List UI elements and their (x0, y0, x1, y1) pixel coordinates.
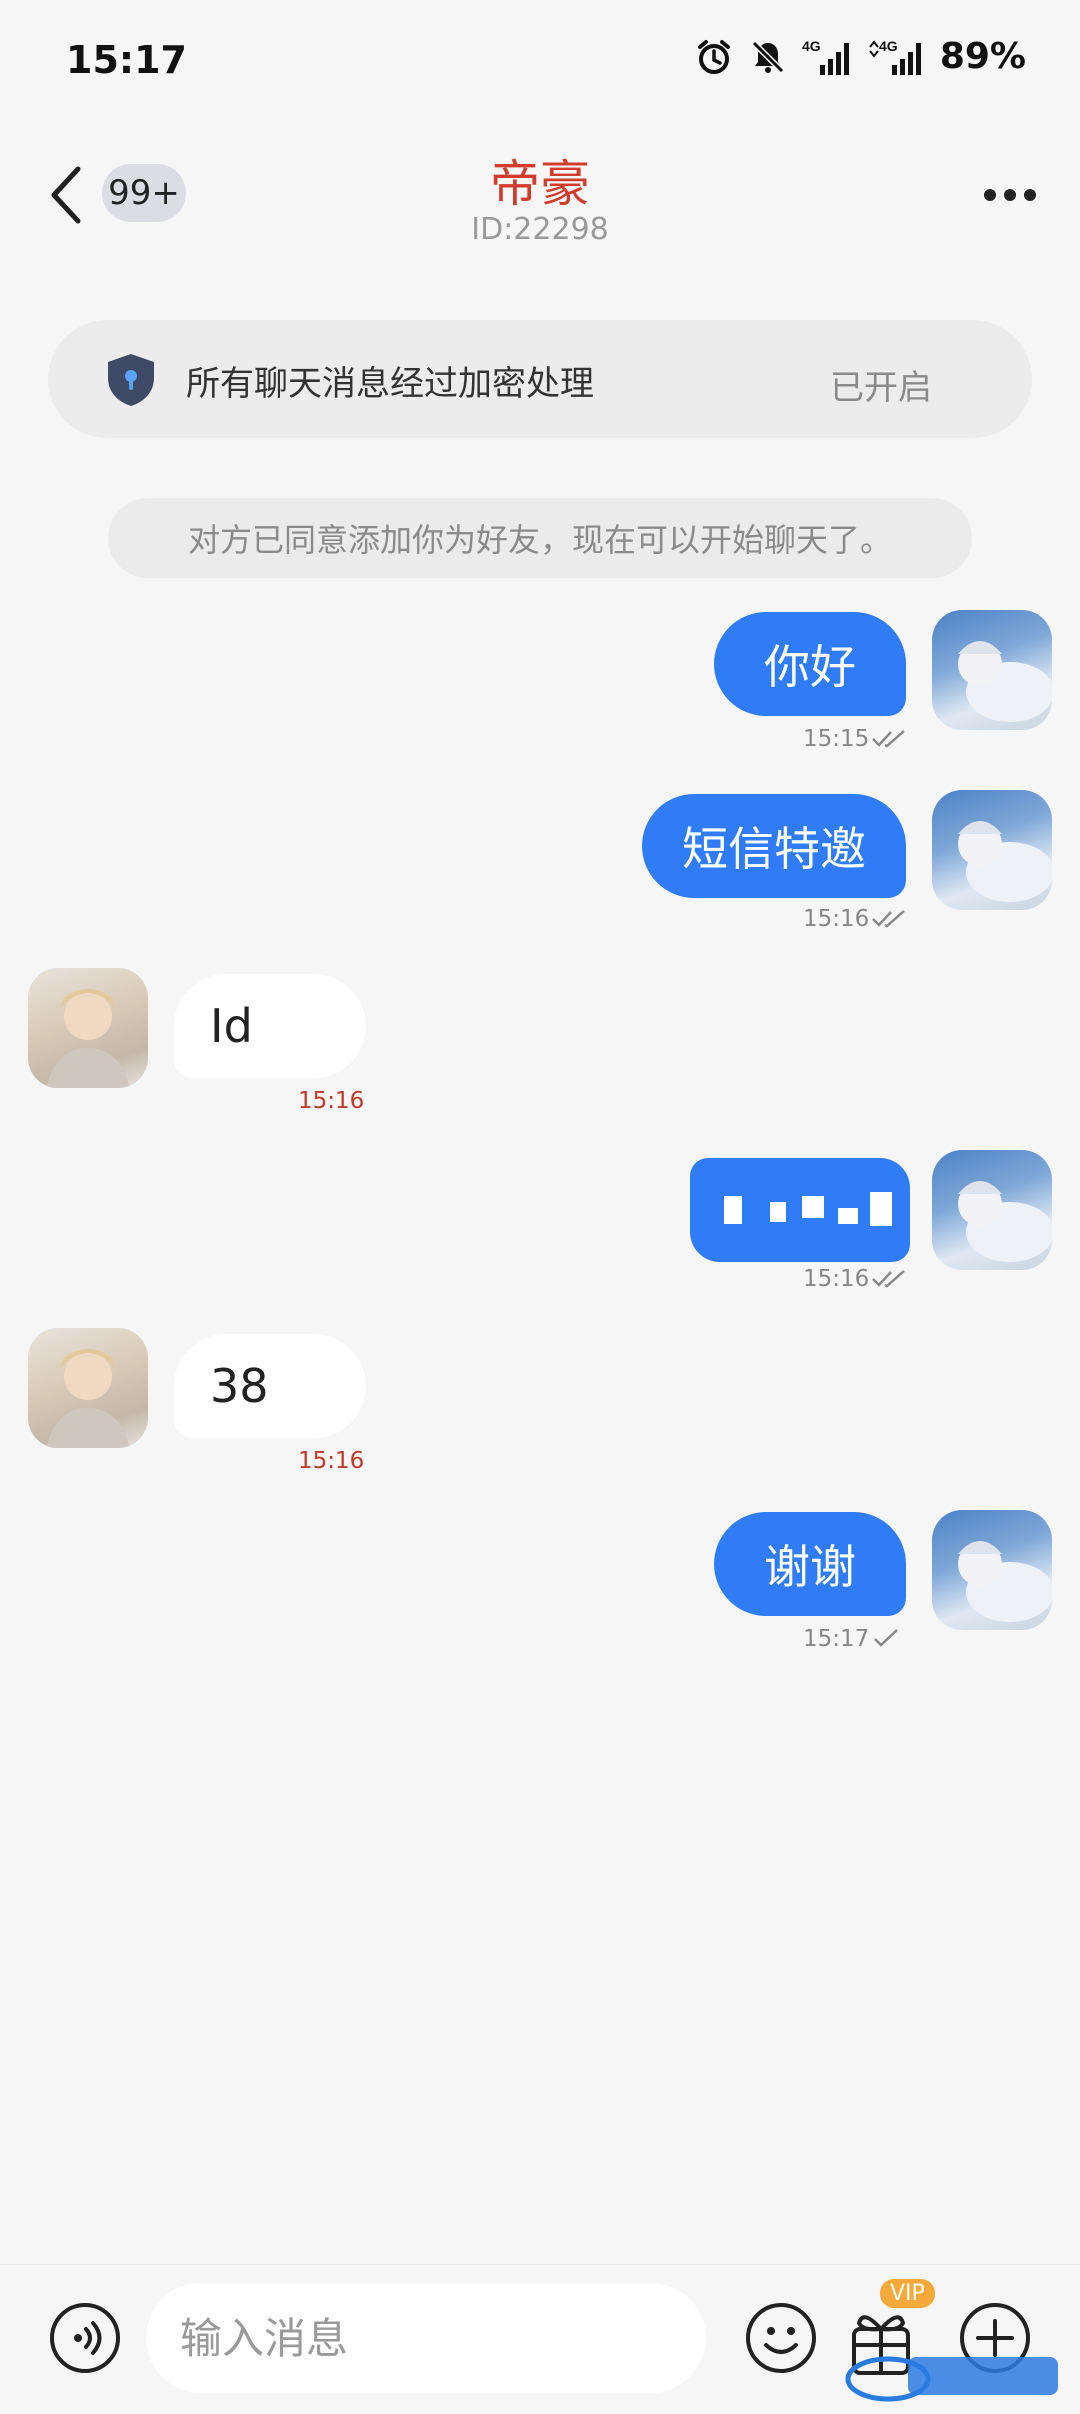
my-avatar[interactable] (932, 790, 1052, 910)
system-notice: 对方已同意添加你为好友，现在可以开始聊天了。 (108, 498, 972, 578)
double-check-icon (872, 730, 906, 748)
contact-avatar[interactable] (28, 1328, 148, 1448)
contact-name: 帝豪 (490, 155, 590, 213)
my-avatar[interactable] (932, 610, 1052, 730)
encryption-status: 已开启 (830, 368, 932, 408)
message-time: 15:16 (298, 1448, 365, 1474)
status-icons: 4G 4G 89% (694, 36, 1026, 77)
redaction-block (802, 1196, 824, 1218)
message-time: 15:16 (803, 1266, 870, 1292)
bell-muted-icon (748, 37, 788, 77)
emoji-icon[interactable] (744, 2301, 818, 2375)
voice-input-icon[interactable] (48, 2301, 122, 2375)
message-time: 15:17 (803, 1626, 870, 1652)
message-meta: 15:17 (803, 1626, 901, 1652)
chat-screen: 15:17 4G 4G 89% 99+ 帝豪 ID:22298 所有聊天消息经过… (0, 0, 1080, 2414)
avatar-image (958, 821, 1052, 902)
redaction-block (724, 1196, 742, 1224)
encryption-text: 所有聊天消息经过加密处理 (186, 364, 594, 404)
message-time: 15:16 (803, 906, 870, 932)
message-bubble[interactable]: 谢谢 (714, 1512, 906, 1616)
redaction-block (838, 1208, 858, 1224)
message-bubble[interactable]: 38 (174, 1334, 366, 1438)
more-dot-icon (1024, 189, 1036, 201)
encryption-banner[interactable]: 所有聊天消息经过加密处理 已开启 (48, 320, 1032, 438)
my-avatar[interactable] (932, 1510, 1052, 1630)
message-meta: 15:15 (803, 726, 907, 752)
signal-icon: 4G (802, 37, 854, 77)
more-dot-icon (984, 189, 996, 201)
svg-text:4G: 4G (802, 38, 821, 54)
message-bubble[interactable]: 你好 (714, 612, 906, 716)
message-bubble[interactable]: 短信特邀 (642, 794, 906, 898)
message-time: 15:16 (298, 1088, 365, 1114)
avatar-image (958, 1541, 1052, 1622)
avatar-image (958, 1181, 1052, 1262)
contact-id: ID:22298 (471, 212, 609, 247)
redacted-message-bubble[interactable] (690, 1158, 910, 1262)
input-bar: VIP (0, 2264, 1080, 2414)
avatar-image (958, 641, 1052, 722)
watermark-logo-icon (845, 2356, 1058, 2402)
more-dot-icon (1004, 189, 1016, 201)
single-check-icon (874, 1629, 899, 1647)
double-check-icon (872, 1270, 906, 1288)
message-time: 15:15 (803, 726, 870, 752)
avatar-image (46, 989, 130, 1088)
message-meta: 15:16 (803, 906, 907, 932)
redaction-block (770, 1202, 786, 1222)
double-check-icon (872, 910, 906, 928)
redaction-block (870, 1192, 892, 1226)
vip-badge: VIP (880, 2279, 935, 2308)
more-options-button[interactable] (970, 170, 1050, 220)
my-avatar[interactable] (932, 1150, 1052, 1270)
message-bubble[interactable]: Id (174, 974, 366, 1078)
contact-avatar[interactable] (28, 968, 148, 1088)
status-bar: 15:17 4G 4G 89% (0, 0, 1080, 120)
shield-lock-icon (108, 354, 154, 406)
message-input[interactable] (146, 2283, 706, 2393)
avatar-image (46, 1349, 130, 1448)
message-meta: 15:16 (803, 1266, 907, 1292)
battery-level: 89% (939, 36, 1026, 77)
status-time: 15:17 (66, 38, 187, 82)
alarm-icon (694, 37, 734, 77)
signal-icon-2: 4G (868, 37, 926, 77)
svg-text:4G: 4G (879, 38, 898, 54)
chat-header: 99+ 帝豪 ID:22298 (0, 130, 1080, 260)
